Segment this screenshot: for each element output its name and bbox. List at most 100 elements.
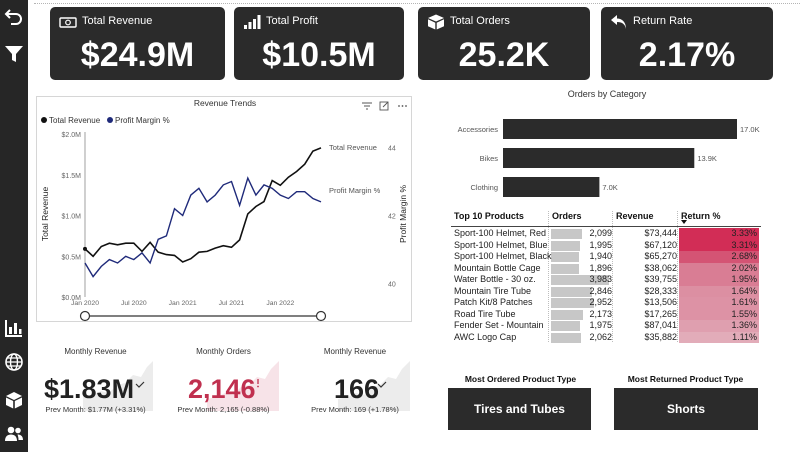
trend-check-icon bbox=[377, 381, 387, 388]
legend-margin[interactable]: Profit Margin % bbox=[115, 116, 170, 125]
legend-marker-revenue bbox=[41, 117, 47, 123]
most-ordered-title: Most Ordered Product Type bbox=[464, 374, 577, 384]
table-row[interactable]: Sport-100 Helmet, Black 1,940 $65,270 2.68% bbox=[451, 251, 761, 263]
legend-revenue[interactable]: Total Revenue bbox=[49, 116, 101, 125]
package-icon bbox=[6, 392, 22, 409]
kpi-value: 25.2K bbox=[458, 36, 550, 74]
product-name: Patch Kit/8 Patches bbox=[454, 297, 533, 307]
x-tick: Jan 2021 bbox=[169, 300, 197, 307]
header-revenue[interactable]: Revenue bbox=[616, 211, 654, 221]
alert-exclamation-icon bbox=[257, 379, 259, 388]
y-tick-left: $1.5M bbox=[62, 173, 82, 180]
most-returned-card[interactable]: Shorts bbox=[614, 388, 758, 430]
table-row[interactable]: Road Tire Tube 2,173 $17,265 1.55% bbox=[451, 308, 761, 320]
return-value: 2.02% bbox=[731, 262, 757, 273]
globe-icon bbox=[5, 353, 23, 371]
table-row[interactable]: Mountain Tire Tube 2,846 $28,333 1.64% bbox=[451, 285, 761, 297]
header-divider bbox=[451, 226, 761, 227]
kpi-value: $24.9M bbox=[80, 36, 195, 74]
orders-value: 2,099 bbox=[589, 228, 612, 238]
x-tick: Jul 2021 bbox=[219, 300, 245, 307]
nav-chart-button[interactable] bbox=[2, 316, 26, 340]
revenue-value: $65,270 bbox=[644, 251, 677, 261]
table-row[interactable]: Mountain Bottle Cage 1,896 $38,062 2.02% bbox=[451, 262, 761, 274]
bar-data-label: 13.9K bbox=[697, 154, 717, 163]
product-name: Water Bottle - 30 oz. bbox=[454, 274, 536, 284]
category-bar[interactable] bbox=[503, 119, 737, 139]
revenue-value: $38,062 bbox=[644, 262, 677, 273]
y-tick-right: 40 bbox=[388, 281, 396, 288]
orders-by-category-chart[interactable]: Accessories 17.0K Bikes 13.9K Clothing 7.0K bbox=[440, 110, 780, 205]
header-products[interactable]: Top 10 Products bbox=[454, 211, 524, 221]
return-value: 1.64% bbox=[731, 285, 757, 296]
return-arrow-icon bbox=[611, 15, 626, 29]
revenue-trends-chart[interactable]: Revenue Trends Total Revenue Profit Marg… bbox=[36, 96, 412, 322]
y-tick-left: $0.5M bbox=[62, 254, 82, 261]
return-value: 1.61% bbox=[731, 297, 757, 307]
orders-value: 2,173 bbox=[589, 308, 612, 319]
return-value: 1.11% bbox=[732, 331, 757, 342]
kpi-value: 2.17% bbox=[638, 36, 736, 74]
orders-value: 2,846 bbox=[589, 285, 612, 296]
category-bar[interactable] bbox=[503, 148, 695, 168]
table-row[interactable]: Sport-100 Helmet, Blue 1,995 $67,120 3.31% bbox=[451, 239, 761, 251]
most-ordered-card[interactable]: Tires and Tubes bbox=[448, 388, 591, 430]
back-button[interactable] bbox=[2, 4, 26, 28]
filter-button[interactable] bbox=[2, 42, 26, 66]
revenue-value: $73,444 bbox=[644, 228, 677, 238]
date-slider-start-handle[interactable] bbox=[79, 310, 91, 322]
table-row[interactable]: Sport-100 Helmet, Red 2,099 $73,444 3.33% bbox=[451, 228, 761, 240]
header-orders[interactable]: Orders bbox=[552, 211, 582, 221]
y-axis-label-right: Profit Margin % bbox=[398, 185, 408, 244]
table-row[interactable]: AWC Logo Cap 2,062 $35,882 1.11% bbox=[451, 331, 761, 343]
kpi-title: Total Orders bbox=[450, 15, 510, 27]
revenue-line[interactable] bbox=[84, 147, 322, 263]
filter-lines-icon[interactable] bbox=[362, 102, 372, 110]
mini-card-subtext: Prev Month: 169 (+1.78%) bbox=[311, 405, 399, 414]
legend-marker-margin bbox=[107, 117, 113, 123]
most-returned-value: Shorts bbox=[666, 402, 705, 416]
nav-sidebar bbox=[0, 0, 28, 452]
top-divider bbox=[34, 3, 800, 4]
x-tick: Jul 2020 bbox=[121, 300, 147, 307]
return-value: 2.68% bbox=[731, 251, 757, 261]
profit-margin-line[interactable] bbox=[84, 176, 322, 278]
y-axis-label-left: Total Revenue bbox=[40, 187, 50, 242]
revenue-value: $67,120 bbox=[644, 239, 677, 250]
focus-mode-icon[interactable] bbox=[379, 101, 389, 111]
product-name: Mountain Bottle Cage bbox=[454, 262, 541, 273]
kpi-title: Total Profit bbox=[266, 15, 318, 27]
product-name: Sport-100 Helmet, Red bbox=[454, 228, 547, 238]
nav-box-button[interactable] bbox=[2, 388, 26, 412]
product-name: Road Tire Tube bbox=[454, 308, 516, 319]
table-row[interactable]: Patch Kit/8 Patches 2,952 $13,506 1.61% bbox=[451, 297, 761, 309]
revenue-value: $87,041 bbox=[644, 320, 677, 330]
users-icon bbox=[5, 426, 23, 441]
revenue-start-point[interactable] bbox=[83, 246, 87, 251]
return-value: 1.95% bbox=[731, 274, 757, 284]
mini-card-subtext: Prev Month: 2,165 (-0.88%) bbox=[177, 405, 270, 414]
money-icon bbox=[59, 17, 77, 28]
x-tick: Jan 2022 bbox=[266, 300, 294, 307]
kpi-card-total-revenue: Total Revenue $24.9M bbox=[50, 7, 225, 80]
most-returned-title: Most Returned Product Type bbox=[627, 374, 744, 384]
kpi-card-total-profit: Total Profit $10.5M bbox=[234, 7, 404, 80]
trend-check-icon bbox=[135, 381, 145, 388]
product-name: Sport-100 Helmet, Black bbox=[454, 251, 552, 261]
revenue-value: $35,882 bbox=[644, 331, 677, 342]
table-row[interactable]: Water Bottle - 30 oz. 3,983 $39,755 1.95% bbox=[451, 274, 761, 286]
mini-card-title: Monthly Revenue bbox=[64, 347, 127, 356]
orders-value: 2,952 bbox=[589, 297, 612, 307]
table-row[interactable]: Fender Set - Mountain 1,975 $87,041 1.36% bbox=[451, 320, 761, 332]
chart-title: Revenue Trends bbox=[194, 98, 256, 108]
monthly-metric-card: Monthly Revenue 166 Prev Month: 169 (+1.… bbox=[300, 343, 410, 425]
orders-value: 1,896 bbox=[589, 262, 612, 273]
more-options-icon[interactable] bbox=[398, 105, 407, 107]
nav-users-button[interactable] bbox=[2, 422, 26, 446]
mini-card-title: Monthly Orders bbox=[196, 347, 251, 356]
y-tick-right: 44 bbox=[388, 146, 396, 153]
date-slider-end-handle[interactable] bbox=[315, 310, 327, 322]
box-icon bbox=[428, 14, 444, 30]
nav-globe-button[interactable] bbox=[2, 350, 26, 374]
category-bar[interactable] bbox=[503, 177, 600, 197]
